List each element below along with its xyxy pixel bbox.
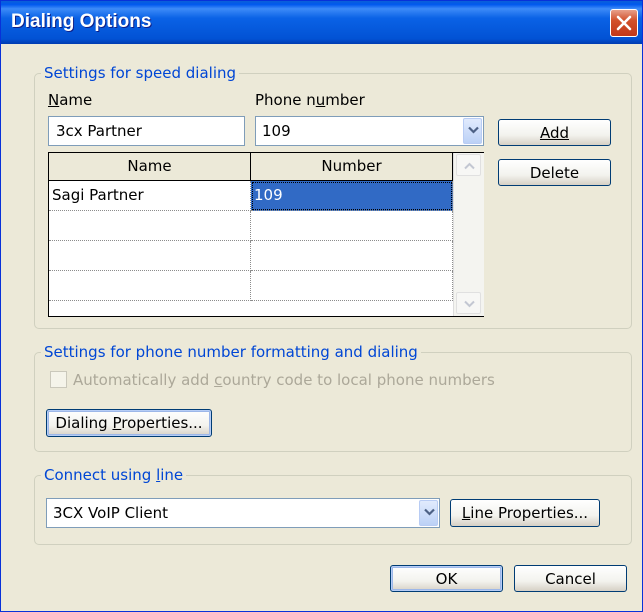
add-button-label: Add: [539, 123, 570, 142]
scroll-down-button[interactable]: [456, 292, 481, 314]
name-label: Name: [48, 91, 93, 109]
cancel-button[interactable]: Cancel: [514, 565, 627, 592]
table-empty-cell: [49, 241, 251, 271]
line-dropdown-button[interactable]: [419, 500, 438, 526]
chevron-down-icon: [468, 126, 479, 134]
chevron-up-icon: [464, 162, 475, 170]
table-empty-cell: [251, 211, 453, 241]
speed-dial-table[interactable]: Name Number Sagi Partner 109: [48, 152, 484, 317]
dialing-properties-button[interactable]: Dialing Properties...: [46, 409, 212, 437]
phone-number-combo[interactable]: 109: [255, 116, 484, 146]
formatting-legend: Settings for phone number formatting and…: [41, 343, 421, 361]
country-code-checkbox[interactable]: [50, 371, 67, 388]
close-icon: [616, 15, 632, 31]
add-button[interactable]: Add: [498, 119, 611, 146]
title-bar[interactable]: Dialing Options: [1, 1, 642, 44]
close-button[interactable]: [610, 9, 638, 37]
cancel-button-label: Cancel: [545, 569, 596, 588]
speed-dialing-legend: Settings for speed dialing: [41, 64, 240, 82]
table-vertical-scrollbar[interactable]: [453, 153, 484, 316]
chevron-down-icon: [464, 300, 475, 308]
line-combo[interactable]: 3CX VoIP Client: [46, 498, 440, 528]
table-empty-cell: [251, 241, 453, 271]
phone-number-dropdown-button[interactable]: [463, 118, 482, 144]
ok-button[interactable]: OK: [390, 565, 503, 592]
dialing-options-dialog: Dialing Options Settings for speed diali…: [0, 0, 643, 612]
column-header-name[interactable]: Name: [49, 153, 251, 181]
table-empty-cell: [49, 271, 251, 301]
delete-button[interactable]: Delete: [498, 159, 611, 186]
table-row-1-number[interactable]: 109: [251, 181, 453, 211]
chevron-down-icon: [424, 508, 435, 516]
table-row-1-name[interactable]: Sagi Partner: [49, 181, 251, 211]
delete-button-label: Delete: [529, 163, 580, 182]
connect-line-legend: Connect using line: [41, 466, 187, 484]
table-empty-cell: [49, 211, 251, 241]
scroll-up-button[interactable]: [456, 154, 481, 176]
name-input[interactable]: [48, 116, 245, 146]
window-title: Dialing Options: [11, 11, 152, 32]
table-empty-cell: [251, 271, 453, 301]
line-value: 3CX VoIP Client: [53, 504, 168, 522]
phone-number-label: Phone number: [255, 91, 365, 109]
phone-number-value: 109: [262, 122, 291, 140]
column-header-number[interactable]: Number: [251, 153, 453, 181]
formatting-group: [34, 352, 632, 452]
country-code-checkbox-label: Automatically add country code to local …: [73, 371, 495, 389]
line-properties-button[interactable]: Line Properties...: [450, 499, 600, 527]
ok-button-label: OK: [435, 569, 458, 588]
